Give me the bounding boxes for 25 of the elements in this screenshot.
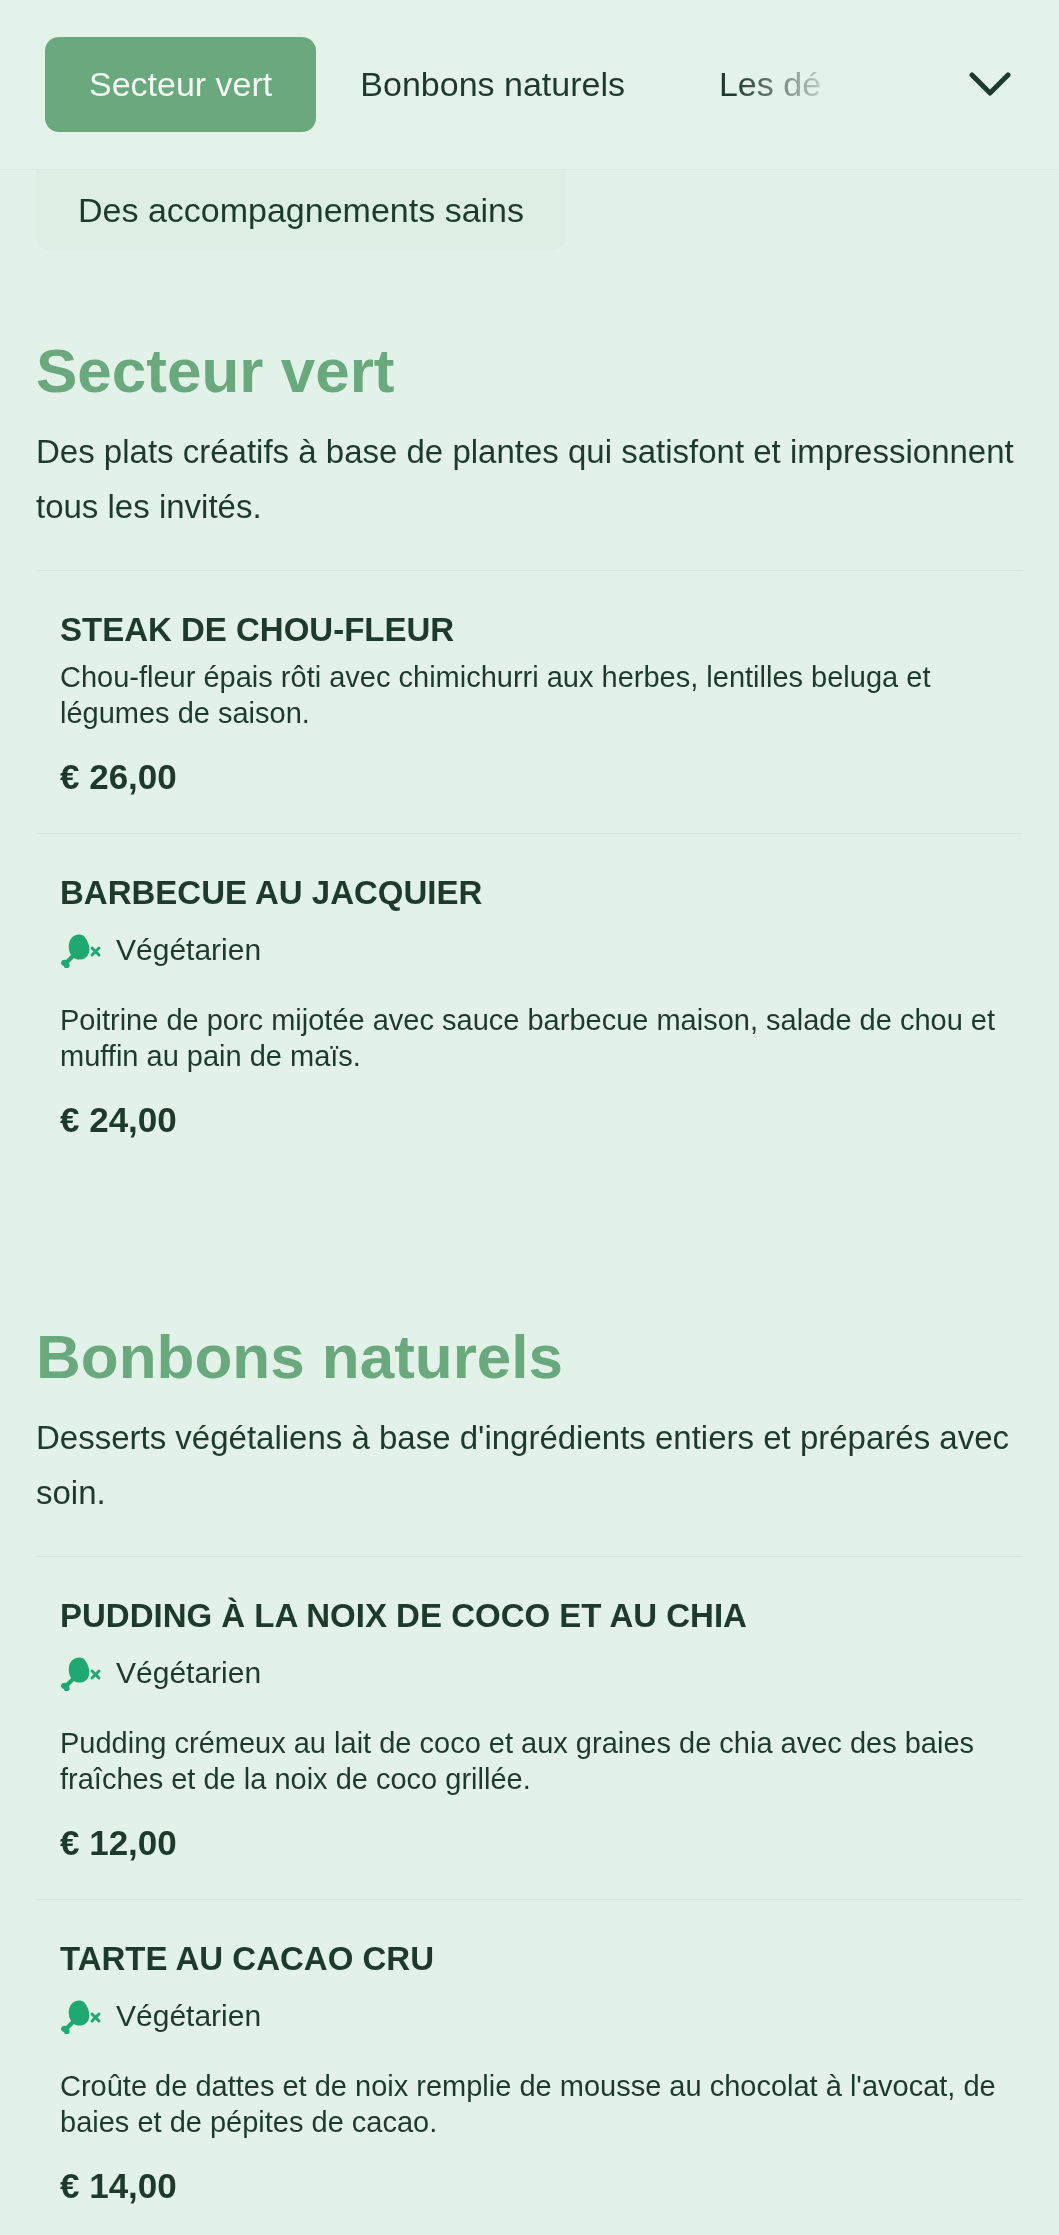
section-title: Secteur vert	[36, 340, 396, 402]
crossed-drumstick-icon	[60, 932, 102, 968]
dish-description: Chou-fleur épais rôti avec chimichurri aux herbes, lentilles beluga et légumes de saison.	[60, 660, 932, 731]
crossed-drumstick-icon	[60, 1998, 102, 2034]
dish-name: PUDDING À LA NOIX DE COCO ET AU CHIA	[60, 1596, 748, 1636]
category-tab[interactable]: Les dé	[674, 37, 822, 132]
section-description: Des plats créatifs à base de plantes qui satisfont et impressionnent tous les invités.	[36, 432, 1015, 527]
dish-name: TARTE AU CACAO CRU	[60, 1939, 435, 1979]
section-description: Desserts végétaliens à base d'ingrédients entiers et préparés avec soin.	[36, 1418, 1011, 1513]
diet-label: Végétarien	[116, 933, 262, 967]
diet-label: Végétarien	[116, 1999, 262, 2033]
diet-label: Végétarien	[116, 1656, 262, 1690]
dish-price: € 24,00	[60, 1100, 178, 1140]
dish-name: STEAK DE CHOU-FLEUR	[60, 610, 456, 650]
dish-name: BARBECUE AU JACQUIER	[60, 873, 484, 913]
dish-price: € 12,00	[60, 1823, 178, 1863]
section-title: Bonbons naturels	[36, 1326, 565, 1388]
category-tab[interactable]: Bonbons naturels	[316, 37, 669, 132]
dish-description: Croûte de dattes et de noix remplie de mousse au chocolat à l'avocat, de baies et de pépites de cacao.	[60, 2069, 997, 2140]
dish-description: Poitrine de porc mijotée avec sauce barbecue maison, salade de chou et muffin au pain de maïs.	[60, 1003, 996, 1074]
dish-price: € 14,00	[60, 2166, 178, 2206]
category-tab[interactable]: Des accompagnements sains	[36, 170, 566, 250]
crossed-drumstick-icon	[60, 1655, 102, 1691]
dish-description: Pudding crémeux au lait de coco et aux graines de chia avec des baies fraîches et de la noix de coco grillée.	[60, 1726, 976, 1797]
dish-price: € 26,00	[60, 757, 178, 797]
